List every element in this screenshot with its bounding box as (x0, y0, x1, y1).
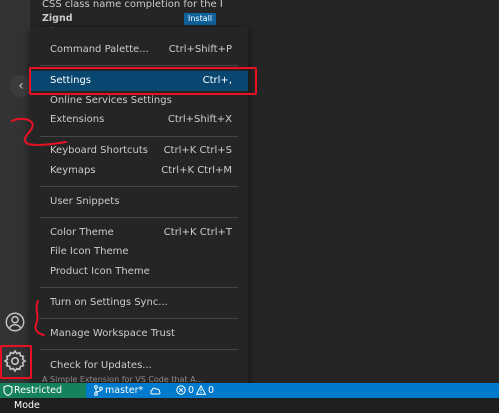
status-bar: Restricted Mode master* 0 0 (0, 383, 499, 411)
menu-item-manage-workspace-trust[interactable]: Manage Workspace Trust (30, 324, 248, 344)
menu-item-shortcut: Ctrl+K Ctrl+M (161, 165, 232, 176)
warning-count[interactable]: 0 (208, 383, 214, 398)
menu-item-shortcut: Ctrl+K Ctrl+T (163, 227, 232, 238)
menu-item-label: Command Palette... (50, 44, 149, 55)
restricted-mode-label: Restricted Mode (14, 385, 63, 411)
git-branch-icon (94, 385, 103, 396)
extension-author: Zignd (42, 13, 73, 24)
menu-item-label: Color Theme (50, 227, 114, 238)
menu-item-label: Extensions (50, 114, 105, 125)
install-button[interactable]: Install (184, 13, 217, 25)
menu-separator (40, 136, 238, 137)
menu-separator (40, 349, 238, 350)
menu-item-label: Turn on Settings Sync... (50, 297, 168, 308)
menu-item-keymaps[interactable]: Keymaps Ctrl+K Ctrl+M (30, 161, 248, 181)
menu-separator (40, 318, 238, 319)
menu-item-color-theme[interactable]: Color Theme Ctrl+K Ctrl+T (30, 223, 248, 243)
menu-item-file-icon-theme[interactable]: File Icon Theme (30, 242, 248, 262)
menu-item-label: User Snippets (50, 196, 120, 207)
menu-item-label: Keymaps (50, 165, 96, 176)
menu-separator (40, 65, 238, 66)
menu-item-shortcut: Ctrl+Shift+X (167, 114, 232, 125)
menu-item-label: Product Icon Theme (50, 266, 150, 277)
menu-item-label: Keyboard Shortcuts (50, 145, 148, 156)
menu-item-product-icon-theme[interactable]: Product Icon Theme (30, 262, 248, 282)
error-icon (176, 385, 186, 395)
menu-item-label: File Icon Theme (50, 246, 129, 257)
extension-description: A Simple Extension for VS Code that A... (30, 375, 248, 384)
settings-highlight-box (29, 67, 257, 95)
menu-separator (40, 186, 238, 187)
menu-separator (40, 217, 238, 218)
menu-item-check-for-updates[interactable]: Check for Updates... (30, 356, 248, 376)
extension-description-text: A Simple Extension for VS Code that A... (42, 375, 204, 384)
menu-item-command-palette[interactable]: Command Palette... Ctrl+Shift+P (30, 40, 248, 60)
menu-item-label: Check for Updates... (50, 360, 152, 371)
shield-icon (3, 385, 13, 396)
error-count[interactable]: 0 (188, 383, 194, 398)
extension-title: CSS class name completion for the HT... (42, 0, 222, 10)
sync-cloud-icon[interactable] (149, 385, 161, 396)
menu-item-extensions[interactable]: Extensions Ctrl+Shift+X (30, 110, 248, 130)
menu-item-label: Manage Workspace Trust (50, 328, 175, 339)
git-branch-label[interactable]: master* (105, 383, 143, 398)
clipped-item-edge: • (50, 27, 54, 31)
extension-tooltip: CSS class name completion for the HT... … (30, 0, 222, 26)
gear-highlight-box (0, 345, 32, 379)
menu-item-shortcut: Ctrl+K Ctrl+S (163, 145, 232, 156)
menu-item-keyboard-shortcuts[interactable]: Keyboard Shortcuts Ctrl+K Ctrl+S (30, 141, 248, 161)
activity-bar (0, 0, 30, 383)
menu-item-user-snippets[interactable]: User Snippets (30, 192, 248, 212)
menu-separator (40, 287, 238, 288)
warning-icon (196, 385, 206, 395)
menu-item-shortcut: Ctrl+Shift+P (168, 44, 232, 55)
menu-item-turn-on-settings-sync[interactable]: Turn on Settings Sync... (30, 293, 248, 313)
restricted-mode-indicator[interactable]: Restricted Mode (0, 383, 86, 411)
accounts-icon[interactable] (4, 311, 26, 333)
